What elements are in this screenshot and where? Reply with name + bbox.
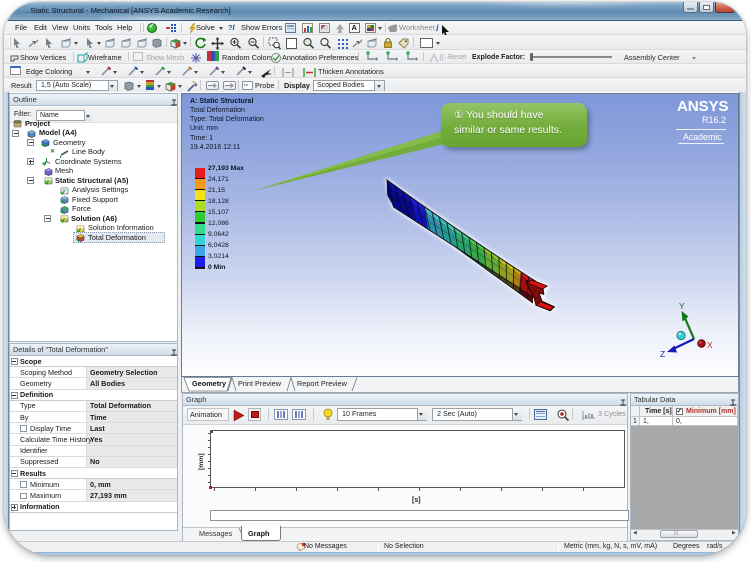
- svg-text:Y: Y: [679, 301, 685, 311]
- svg-text:X: X: [707, 340, 713, 350]
- svg-text:Z: Z: [660, 349, 665, 359]
